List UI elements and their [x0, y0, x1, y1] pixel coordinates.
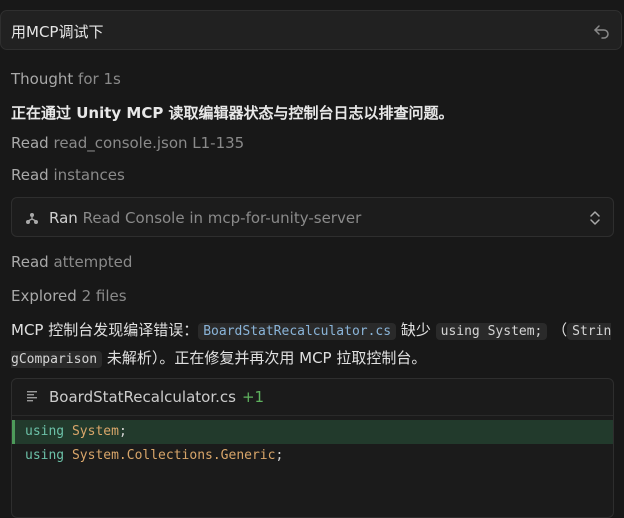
code-punct: ; — [275, 448, 284, 463]
assistant-message: MCP 控制台发现编译错误： BoardStatRecalculator.cs 缺… — [11, 317, 617, 373]
tool-description: Read Console in mcp-for-unity-server — [82, 209, 362, 227]
code-namespace: System — [71, 424, 119, 439]
read-target: read_console.json L1-135 — [53, 134, 245, 152]
explored-target: 2 files — [81, 287, 127, 305]
undo-icon[interactable] — [593, 22, 611, 40]
chevron-updown-icon[interactable] — [589, 209, 601, 227]
message-text: 未解析）。正在修复并再次用 MCP 拉取控制台。 — [102, 349, 427, 367]
code-file-name: BoardStatRecalculator.cs +1 — [49, 388, 264, 406]
read-step-instances[interactable]: Read instances — [11, 166, 125, 184]
read-step-attempted[interactable]: Read attempted — [11, 253, 132, 271]
read-verb: Read — [11, 166, 49, 184]
tool-call-card[interactable]: Ran Read Console in mcp-for-unity-server — [11, 197, 614, 237]
code-line: using System.Collections.Generic; — [12, 444, 613, 468]
changes-badge: +1 — [241, 388, 265, 406]
code-keyword: using — [25, 448, 65, 463]
message-text: MCP 控制台发现编译错误： — [11, 321, 199, 339]
message-text: （ — [547, 321, 568, 339]
read-target: attempted — [53, 253, 133, 271]
read-target: instances — [53, 166, 125, 184]
thought-line[interactable]: Thought for 1s — [11, 70, 121, 88]
explored-step[interactable]: Explored 2 files — [11, 287, 127, 305]
code-diff-block[interactable]: BoardStatRecalculator.cs +1 using System;… — [11, 378, 614, 518]
tool-icon — [26, 213, 38, 224]
code-block-header[interactable]: BoardStatRecalculator.cs +1 — [12, 379, 613, 416]
inline-code-filename: BoardStatRecalculator.cs — [198, 323, 397, 340]
file-name-text: BoardStatRecalculator.cs — [49, 388, 236, 406]
thought-duration: for 1s — [78, 70, 121, 88]
read-verb: Read — [11, 134, 49, 152]
inline-code-using: using System; — [435, 323, 548, 340]
message-text: 缺少 — [396, 321, 436, 339]
tool-call-text: Ran Read Console in mcp-for-unity-server — [49, 209, 361, 227]
explored-verb: Explored — [11, 287, 77, 305]
read-verb: Read — [11, 253, 49, 271]
read-step-console[interactable]: Read read_console.json L1-135 — [11, 134, 244, 152]
status-line: 正在通过 Unity MCP 读取编辑器状态与控制台日志以排查问题。 — [11, 104, 454, 122]
chat-header: 用MCP调试下 — [0, 10, 622, 50]
file-lines-icon — [27, 391, 37, 402]
code-keyword: using — [25, 424, 65, 439]
code-line-added: using System; — [12, 420, 613, 444]
tool-verb: Ran — [49, 209, 78, 227]
chat-title: 用MCP调试下 — [11, 23, 104, 41]
code-punct: ; — [118, 424, 127, 439]
thought-label: Thought — [11, 70, 74, 88]
code-namespace: System.Collections.Generic — [71, 448, 276, 463]
